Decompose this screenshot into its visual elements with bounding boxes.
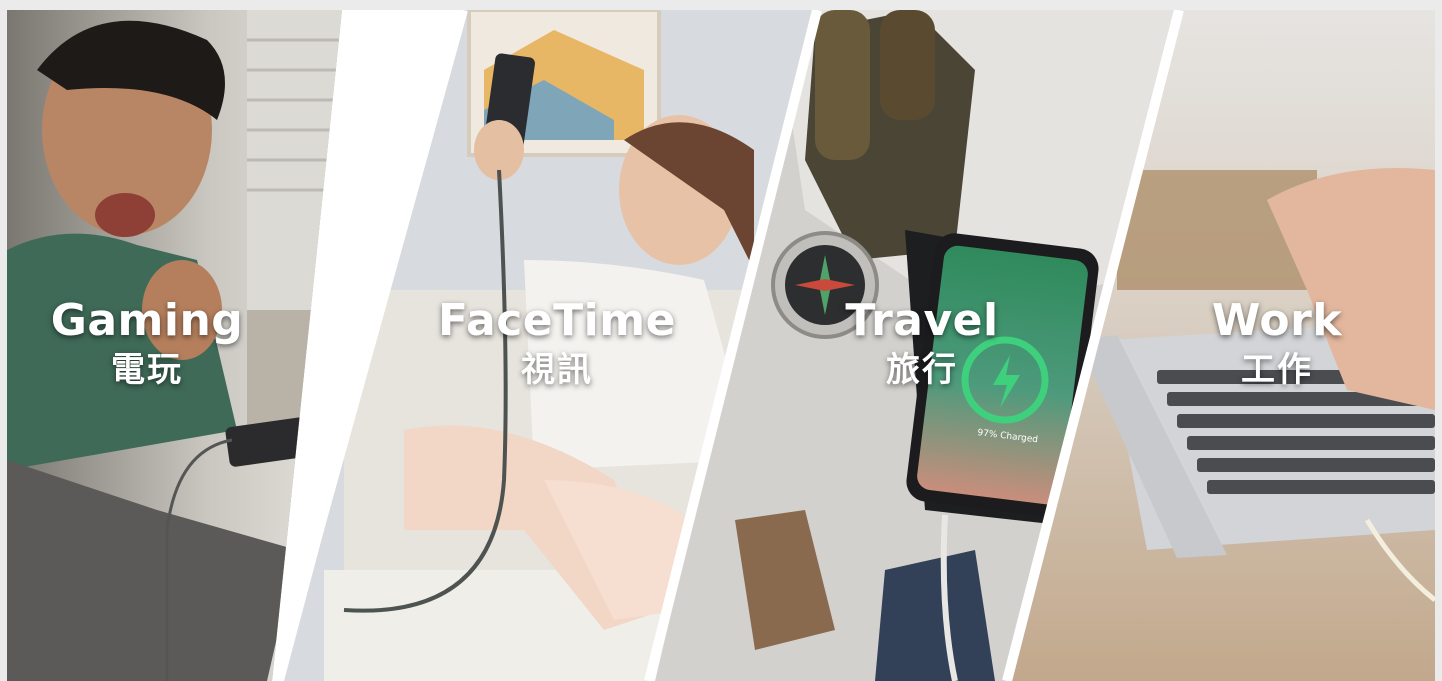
panel-dividers xyxy=(272,10,1184,681)
divider-line xyxy=(272,10,468,681)
banner: Gaming 電玩 FaceTime 視訊 97% Charged Travel… xyxy=(7,10,1435,681)
divider-line xyxy=(1002,10,1184,681)
divider-line xyxy=(644,10,822,681)
